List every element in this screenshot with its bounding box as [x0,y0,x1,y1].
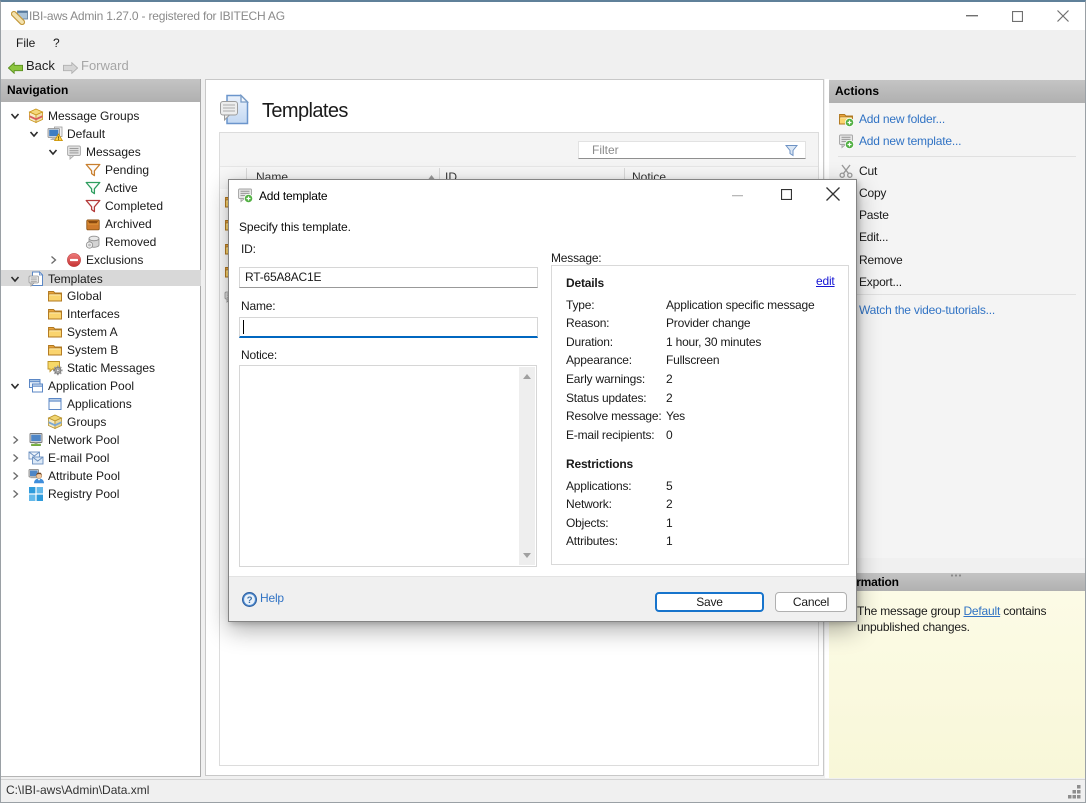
svg-text:?: ? [247,595,253,606]
